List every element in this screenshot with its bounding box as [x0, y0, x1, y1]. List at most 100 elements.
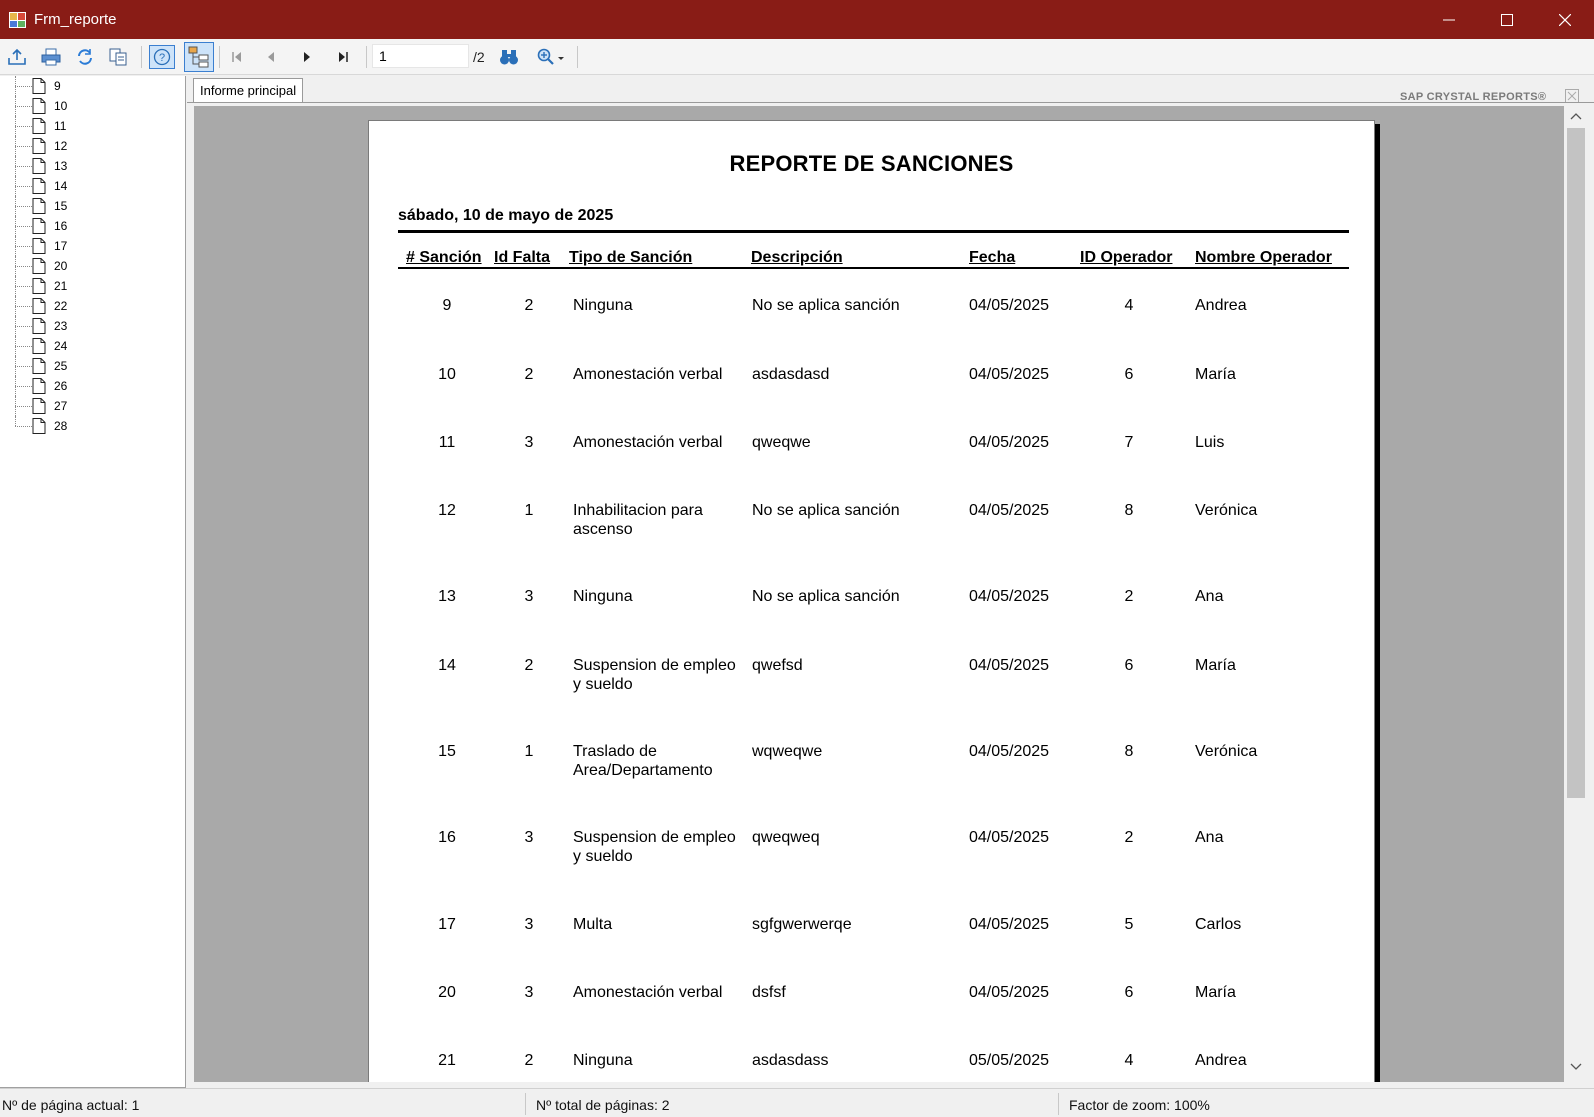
scroll-down-icon[interactable]: [1569, 1061, 1583, 1073]
tab-main-report[interactable]: Informe principal: [193, 78, 304, 102]
header-fecha: Fecha: [969, 249, 1016, 266]
cell-nombre-operador: Ana: [1195, 829, 1224, 846]
tree-item[interactable]: 25: [14, 356, 174, 376]
minimize-icon: [1443, 19, 1455, 20]
cell-fecha: 04/05/2025: [969, 916, 1050, 933]
report-viewport: REPORTE DE SANCIONES sábado, 10 de mayo …: [194, 106, 1564, 1082]
tree-item[interactable]: 26: [14, 376, 174, 396]
cell-sancion: 11: [438, 434, 456, 451]
page-total: /2: [473, 49, 485, 65]
next-page-button[interactable]: [294, 45, 320, 69]
document-icon: [32, 118, 46, 134]
cell-sancion: 14: [438, 657, 456, 674]
cell-tipo: Ninguna: [573, 587, 753, 606]
next-page-icon: [304, 52, 310, 62]
tree-item[interactable]: 22: [14, 296, 174, 316]
cell-fecha: 04/05/2025: [969, 366, 1050, 383]
document-icon: [32, 78, 46, 94]
tree-item[interactable]: 17: [14, 236, 174, 256]
cell-id-operador: 6: [1124, 657, 1134, 674]
tree-item-label: 20: [54, 259, 68, 273]
refresh-button[interactable]: [72, 45, 98, 69]
tree-item[interactable]: 9: [14, 76, 174, 96]
zoom-dropdown-button[interactable]: [534, 45, 570, 69]
cell-id-operador: 4: [1124, 1052, 1134, 1069]
tree-item[interactable]: 13: [14, 156, 174, 176]
status-bar: Nº de página actual: 1 Nº total de págin…: [0, 1088, 1594, 1117]
minimize-button[interactable]: [1420, 0, 1478, 39]
cell-nombre-operador: Luis: [1195, 434, 1225, 451]
tree-item[interactable]: 11: [14, 116, 174, 136]
cell-nombre-operador: Verónica: [1195, 502, 1258, 519]
tree-item[interactable]: 14: [14, 176, 174, 196]
tree-item[interactable]: 15: [14, 196, 174, 216]
cell-sancion: 17: [438, 916, 456, 933]
tree-item[interactable]: 20: [14, 256, 174, 276]
tree-item[interactable]: 16: [14, 216, 174, 236]
find-button[interactable]: [496, 45, 522, 69]
tree-item[interactable]: 10: [14, 96, 174, 116]
cell-id-falta: 3: [524, 984, 534, 1001]
tree-item[interactable]: 28: [14, 416, 174, 436]
copy-button[interactable]: [106, 45, 132, 69]
tree-item-label: 25: [54, 359, 68, 373]
refresh-icon: [78, 49, 92, 65]
document-icon: [32, 318, 46, 334]
cell-tipo-line1: Ninguna: [573, 588, 633, 605]
tree-item[interactable]: 27: [14, 396, 174, 416]
tree-item[interactable]: 24: [14, 336, 174, 356]
close-panel-icon[interactable]: [1565, 89, 1579, 103]
maximize-button[interactable]: [1478, 0, 1536, 39]
cell-id-falta: 2: [524, 297, 534, 314]
cell-sancion: 9: [442, 297, 452, 314]
page-number-input[interactable]: [372, 44, 469, 68]
cell-tipo-line2: y sueldo: [573, 676, 633, 693]
cell-nombre-operador: María: [1195, 657, 1236, 674]
tree-item-label: 26: [54, 379, 68, 393]
cell-tipo: Suspension de empleo y sueldo: [573, 828, 753, 866]
cell-tipo-line1: Multa: [573, 916, 613, 933]
group-tree-toggle-button[interactable]: [184, 42, 214, 72]
document-icon: [32, 258, 46, 274]
report-viewer-window: Frm_reporte ? SAP CRYSTAL REPORTS® 1 /2 …: [0, 0, 1594, 1117]
copy-icon: [109, 48, 127, 66]
document-icon: [32, 358, 46, 374]
print-button[interactable]: [38, 45, 64, 69]
cell-id-operador: 7: [1124, 434, 1134, 451]
cell-tipo: Amonestación verbal: [573, 983, 753, 1002]
scroll-thumb[interactable]: [1567, 128, 1585, 798]
tree-item[interactable]: 21: [14, 276, 174, 296]
cell-descripcion: qweqweq: [752, 829, 820, 846]
cell-id-operador: 2: [1124, 588, 1134, 605]
cell-nombre-operador: Verónica: [1195, 743, 1258, 760]
document-icon: [32, 418, 46, 434]
document-icon: [32, 278, 46, 294]
cell-id-falta: 1: [524, 743, 534, 760]
document-icon: [32, 158, 46, 174]
previous-page-button[interactable]: [258, 45, 284, 69]
header-descripcion: Descripción: [751, 249, 843, 266]
cell-descripcion: asdasdasd: [752, 366, 830, 383]
export-button[interactable]: [4, 45, 30, 69]
cell-fecha: 04/05/2025: [969, 502, 1050, 519]
cell-nombre-operador: Ana: [1195, 588, 1224, 605]
tree-item[interactable]: 23: [14, 316, 174, 336]
cell-tipo: Inhabilitacion para ascenso: [573, 501, 753, 539]
cell-tipo: Ninguna: [573, 296, 753, 315]
cell-id-operador: 4: [1124, 297, 1134, 314]
last-page-button[interactable]: [330, 45, 356, 69]
vertical-scrollbar[interactable]: [1564, 106, 1592, 1082]
cell-tipo: Multa: [573, 915, 753, 934]
status-zoom: Factor de zoom: 100%: [1069, 1097, 1210, 1113]
tree-item[interactable]: 12: [14, 136, 174, 156]
cell-fecha: 04/05/2025: [969, 297, 1050, 314]
close-button[interactable]: [1536, 0, 1594, 39]
scroll-up-icon[interactable]: [1569, 110, 1583, 122]
help-button[interactable]: ?: [149, 45, 175, 69]
header-tipo: Tipo de Sanción: [569, 249, 693, 266]
cell-sancion: 10: [438, 366, 456, 383]
cell-fecha: 04/05/2025: [969, 743, 1050, 760]
toolbar: ? SAP CRYSTAL REPORTS®: [0, 39, 1594, 103]
status-current-page: Nº de página actual: 1: [2, 1097, 140, 1113]
first-page-button[interactable]: [224, 45, 250, 69]
